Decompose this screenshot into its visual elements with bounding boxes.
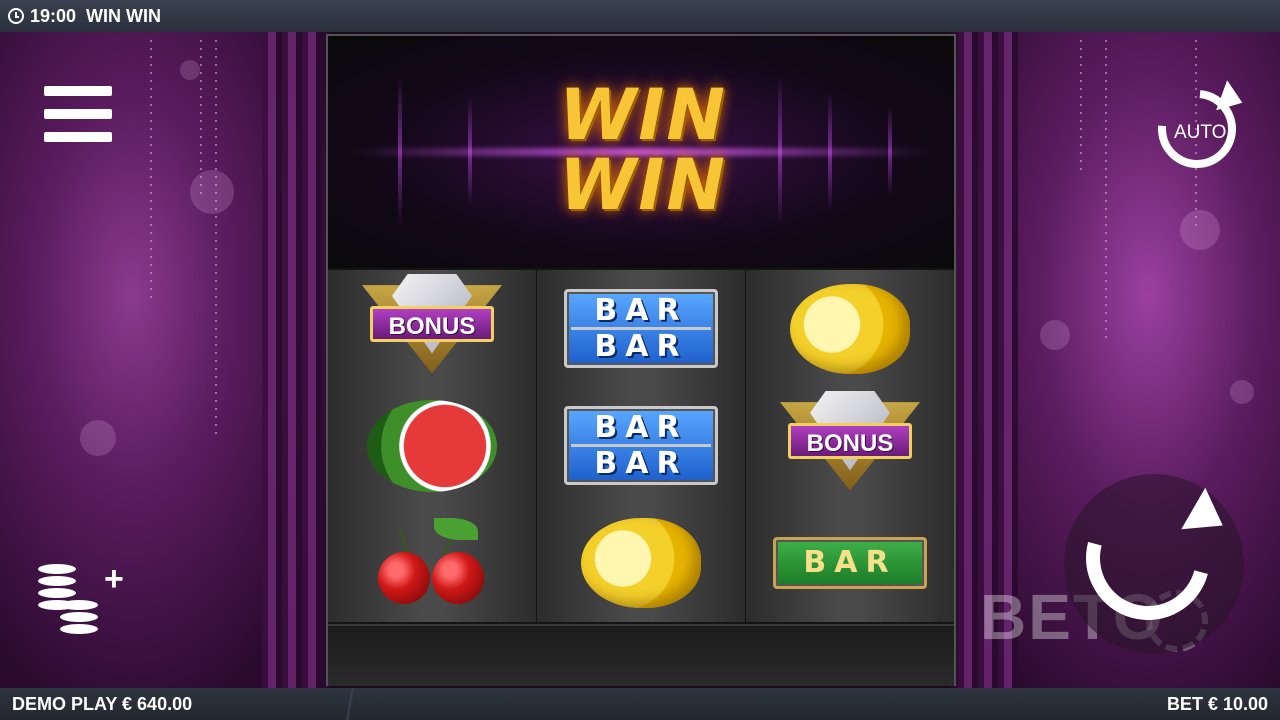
- reel-3: BONUS BAR: [746, 270, 954, 622]
- clock-time: 19:00: [30, 5, 77, 26]
- reel-1-row-2: [328, 387, 536, 504]
- light-strand: [1080, 40, 1082, 170]
- reel-2-row-2: BAR BAR: [537, 387, 745, 504]
- game-title: WIN WIN: [86, 5, 162, 26]
- reel-3-row-2: BONUS: [746, 387, 954, 504]
- lemon-symbol: [790, 283, 910, 374]
- autoplay-button[interactable]: AUTO: [1142, 74, 1252, 184]
- logo-panel: WIN WIN: [328, 36, 954, 268]
- curtain-left: [262, 32, 322, 688]
- spin-button[interactable]: [1063, 473, 1244, 654]
- game-logo: WIN WIN: [523, 80, 763, 220]
- autoplay-label: AUTO: [1174, 122, 1227, 143]
- single-bar-symbol: BAR: [773, 536, 927, 589]
- reel-1: BONUS: [328, 270, 536, 622]
- machine-base: [328, 624, 954, 686]
- reel-3-row-1: [746, 270, 954, 387]
- logo-line-1: WIN: [559, 74, 727, 156]
- double-bar-symbol: BAR BAR: [564, 289, 718, 368]
- light-strand: [150, 40, 152, 300]
- reel-2: BAR BAR BAR BAR: [537, 270, 745, 622]
- bet-settings-button[interactable]: +: [38, 560, 130, 640]
- bokeh-light: [190, 170, 234, 214]
- reel-grid: BONUS BAR BAR BAR BAR BONUS BAR: [328, 270, 954, 622]
- bar-label: BAR: [594, 446, 688, 481]
- bonus-symbol: BONUS: [352, 273, 512, 384]
- reel-2-row-3: [537, 504, 745, 621]
- light-strand: [1105, 40, 1107, 340]
- watermelon-symbol: [367, 399, 497, 492]
- bonus-label: BONUS: [370, 305, 494, 342]
- light-strand: [215, 40, 217, 440]
- menu-button[interactable]: [44, 86, 112, 142]
- bar-label: BAR: [594, 329, 688, 364]
- top-bar: 19:00 WIN WIN: [0, 0, 1280, 32]
- bar-label: BAR: [594, 293, 688, 328]
- reel-1-row-1: BONUS: [328, 270, 536, 387]
- bokeh-light: [1040, 320, 1070, 350]
- logo-line-2: WIN: [559, 144, 727, 226]
- lemon-symbol: [581, 517, 701, 608]
- slot-machine: WIN WIN BONUS BAR BAR BAR BAR BONUS BAR: [326, 34, 956, 686]
- bokeh-light: [180, 60, 200, 80]
- hamburger-icon: [44, 86, 112, 96]
- bar-label: BAR: [594, 410, 688, 445]
- reel-3-row-3: BAR: [746, 504, 954, 621]
- light-strand: [200, 40, 202, 200]
- bokeh-light: [1180, 210, 1220, 250]
- bonus-symbol: BONUS: [770, 390, 930, 501]
- bottom-bar: DEMO PLAY € 640.00 BET € 10.00: [0, 688, 1280, 720]
- clock-icon: [8, 8, 24, 24]
- balance-display: DEMO PLAY € 640.00: [12, 694, 193, 714]
- bokeh-light: [80, 420, 116, 456]
- double-bar-symbol: BAR BAR: [564, 406, 718, 485]
- plus-icon: +: [104, 560, 124, 598]
- bet-display[interactable]: BET € 10.00: [1167, 694, 1268, 715]
- reel-1-row-3: [328, 504, 536, 621]
- reel-2-row-1: BAR BAR: [537, 270, 745, 387]
- bonus-label: BONUS: [788, 422, 912, 459]
- cherries-symbol: [372, 517, 492, 608]
- bokeh-light: [1230, 380, 1254, 404]
